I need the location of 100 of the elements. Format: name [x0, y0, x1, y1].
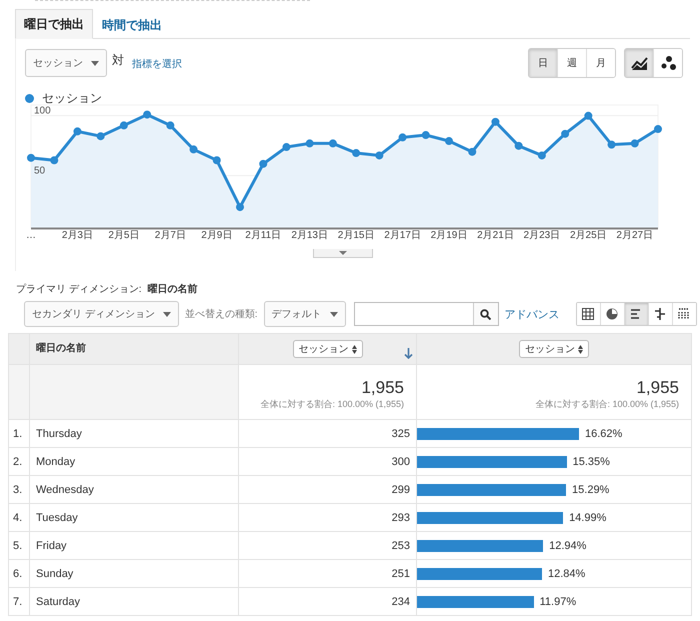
x-axis-label: …	[26, 230, 36, 241]
caret-icon	[91, 60, 99, 66]
session-count: 293	[392, 512, 410, 524]
column-title[interactable]: 曜日の名前	[36, 341, 86, 355]
legend-label: セッション	[42, 90, 102, 106]
chart-type-button[interactable]	[653, 49, 682, 77]
row-rank: 7.	[13, 596, 22, 608]
select-metric-link[interactable]: 指標を選択	[132, 57, 182, 71]
data-point	[27, 154, 35, 162]
period-button[interactable]: 月	[586, 49, 615, 77]
pivot-icon	[678, 308, 690, 320]
x-axis-label: 2月9日	[201, 230, 232, 241]
data-point	[96, 132, 105, 140]
tab[interactable]: 曜日で抽出	[15, 9, 93, 39]
total-share: 全体に対する割合: 100.00% (1,955)	[534, 398, 679, 411]
x-axis-label: 2月13日	[291, 230, 328, 241]
session-count: 325	[392, 428, 410, 440]
data-point	[166, 121, 174, 130]
day-name: Sunday	[36, 568, 74, 580]
line-chart-icon	[630, 55, 648, 71]
x-axis-label: 2月25日	[570, 230, 607, 241]
data-point	[282, 143, 290, 152]
data-point	[654, 125, 662, 134]
day-name: Wednesday	[36, 484, 94, 496]
row-rank: 3.	[13, 484, 22, 496]
data-point	[306, 139, 314, 148]
percent-label: 12.94%	[549, 540, 586, 552]
data-point	[352, 149, 360, 158]
sort-arrows-icon	[578, 344, 583, 354]
percent-label: 15.35%	[572, 456, 610, 468]
session-count: 251	[392, 568, 410, 580]
data-point	[422, 131, 430, 140]
data-point	[445, 137, 453, 146]
y-axis-label: 100	[34, 106, 51, 117]
secondary-dimension-dropdown[interactable]: セカンダリ ディメンション	[24, 301, 179, 327]
data-point	[143, 110, 152, 119]
caret-icon	[330, 312, 338, 316]
search-icon	[480, 308, 492, 320]
x-axis-label: 2月11日	[245, 230, 282, 241]
x-axis-label: 2月27日	[616, 230, 654, 241]
view-button[interactable]	[672, 303, 696, 325]
data-point	[236, 203, 244, 212]
session-count: 299	[392, 484, 410, 496]
x-axis-label: 2月3日	[62, 230, 93, 241]
data-point	[259, 160, 268, 168]
data-point	[212, 156, 221, 164]
x-axis-label: 2月7日	[154, 230, 186, 241]
sort-type-dropdown[interactable]: デフォルト	[264, 301, 346, 327]
data-point	[630, 139, 639, 148]
metric-selector[interactable]: セッション	[292, 340, 362, 358]
data-point	[608, 140, 616, 149]
day-name: Tuesday	[36, 512, 78, 524]
search-button[interactable]	[472, 303, 498, 325]
sort-down-arrow-icon[interactable]	[404, 348, 413, 359]
advanced-link[interactable]: アドバンス	[504, 306, 560, 322]
primary-dimension-value: 曜日の名前	[148, 282, 198, 297]
tab[interactable]: 時間で抽出	[93, 10, 171, 39]
pie-chart-icon	[606, 308, 618, 320]
session-count: 234	[392, 596, 410, 608]
x-axis-label: 2月5日	[108, 230, 140, 241]
data-point	[491, 118, 500, 126]
search-field[interactable]	[354, 302, 499, 326]
percent-label: 16.62%	[585, 428, 622, 440]
versus-label: 対	[112, 52, 124, 69]
table-icon	[582, 308, 594, 320]
data-point	[190, 145, 198, 154]
bar-list-icon	[630, 308, 642, 320]
data-point	[398, 133, 407, 142]
y-axis-label: 50	[34, 166, 46, 177]
total-value: 1,955	[635, 378, 679, 398]
row-rank: 6.	[13, 568, 22, 580]
data-point	[375, 151, 384, 160]
sort-type-label: 並べ替えの種類:	[184, 308, 258, 321]
total-share: 全体に対する割合: 100.00% (1,955)	[259, 398, 404, 411]
primary-dimension-label: プライマリ ディメンション:	[16, 282, 142, 297]
data-point	[584, 112, 592, 120]
row-rank: 1.	[13, 428, 22, 440]
data-point	[561, 130, 570, 138]
data-point	[514, 142, 523, 150]
caret-icon	[339, 251, 347, 255]
expand-handle[interactable]	[313, 249, 373, 258]
period-button[interactable]: 日	[529, 49, 557, 77]
total-value: 1,955	[360, 378, 404, 398]
day-name: Monday	[36, 456, 76, 468]
percent-label: 14.99%	[569, 512, 606, 524]
chart-type-button[interactable]	[625, 49, 653, 77]
data-point	[120, 121, 128, 130]
comparison-icon	[654, 308, 666, 320]
day-name: Friday	[36, 540, 67, 552]
row-rank: 4.	[13, 512, 22, 524]
percent-label: 15.29%	[572, 484, 610, 496]
dots-icon	[660, 55, 676, 71]
metric-selector[interactable]: セッション	[519, 340, 589, 358]
row-rank: 2.	[13, 456, 22, 468]
row-rank: 5.	[13, 540, 22, 552]
day-name: Saturday	[36, 596, 80, 608]
data-point	[468, 148, 476, 156]
metric-dropdown[interactable]: セッション	[25, 49, 107, 77]
x-axis-label: 2月23日	[524, 230, 560, 241]
view-button[interactable]	[624, 303, 648, 325]
